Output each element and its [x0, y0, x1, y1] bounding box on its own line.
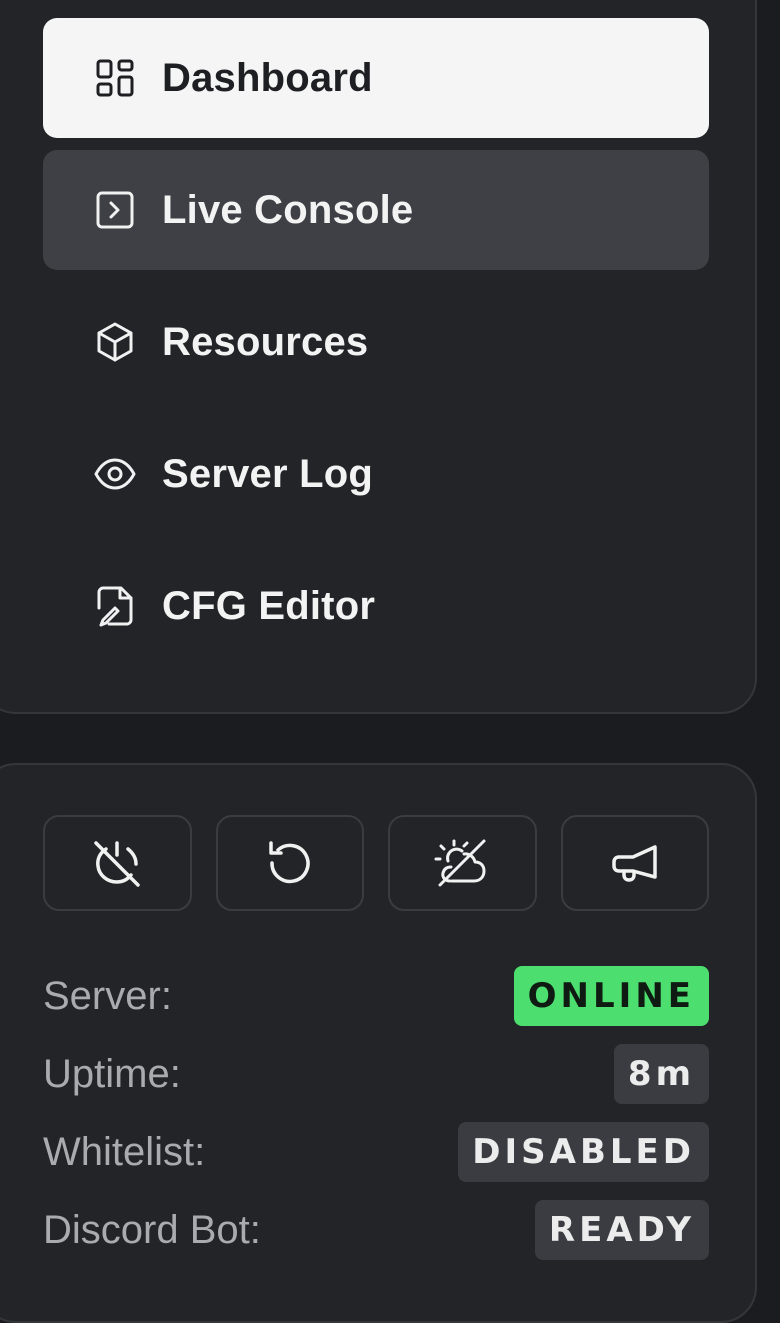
terminal-icon — [93, 188, 137, 232]
cube-icon — [93, 320, 137, 364]
dashboard-grid-icon — [93, 56, 137, 100]
status-row-discord-bot: Discord Bot: READY — [43, 1191, 709, 1269]
restart-button[interactable] — [215, 815, 364, 911]
sidebar-nav-panel: Dashboard Live Console Resources Server … — [0, 0, 757, 714]
sidebar-item-label: Dashboard — [162, 55, 373, 100]
announce-button[interactable] — [560, 815, 709, 911]
server-status-badge: ONLINE — [513, 966, 709, 1026]
sidebar-item-resources[interactable]: Resources — [43, 282, 709, 402]
whitelist-badge: DISABLED — [458, 1122, 709, 1182]
server-label: Server: — [43, 973, 172, 1018]
cloud-sun-off-icon — [434, 839, 486, 887]
uptime-badge: 8m — [613, 1044, 709, 1104]
power-off-button[interactable] — [43, 815, 192, 911]
sidebar-item-label: Live Console — [162, 187, 414, 232]
restart-icon — [269, 841, 310, 884]
sidebar-item-label: CFG Editor — [162, 583, 376, 628]
status-list: Server: ONLINE Uptime: 8m Whitelist: DIS… — [43, 957, 709, 1269]
sidebar-item-label: Server Log — [162, 451, 373, 496]
status-row-server: Server: ONLINE — [43, 957, 709, 1035]
discord-bot-badge: READY — [534, 1200, 709, 1260]
whitelist-label: Whitelist: — [43, 1129, 206, 1174]
uptime-label: Uptime: — [43, 1051, 181, 1096]
status-row-uptime: Uptime: 8m — [43, 1035, 709, 1113]
discord-bot-label: Discord Bot: — [43, 1207, 261, 1252]
sidebar-item-live-console[interactable]: Live Console — [43, 150, 709, 270]
no-weather-button[interactable] — [388, 815, 537, 911]
sidebar-item-server-log[interactable]: Server Log — [43, 414, 709, 534]
status-row-whitelist: Whitelist: DISABLED — [43, 1113, 709, 1191]
megaphone-icon — [612, 845, 657, 882]
file-edit-icon — [93, 584, 137, 628]
eye-icon — [93, 452, 137, 496]
sidebar-item-dashboard[interactable]: Dashboard — [43, 18, 709, 138]
sidebar-item-label: Resources — [162, 319, 369, 364]
server-status-panel: Server: ONLINE Uptime: 8m Whitelist: DIS… — [0, 763, 757, 1323]
power-off-icon — [94, 841, 140, 887]
server-actions — [43, 815, 709, 911]
sidebar-item-cfg-editor[interactable]: CFG Editor — [43, 546, 709, 666]
